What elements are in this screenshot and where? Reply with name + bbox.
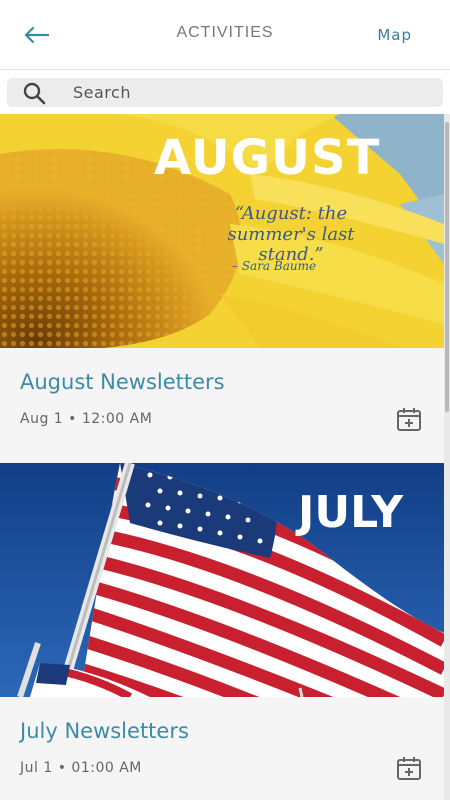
scrollbar-thumb[interactable] <box>445 122 449 412</box>
activity-date: Aug 1 • 12:00 AM <box>20 411 153 427</box>
activity-image-month-text: JULY <box>298 487 404 538</box>
activity-info: August Newsletters Aug 1 • 12:00 AM <box>0 348 444 463</box>
map-button[interactable]: Map <box>377 26 412 44</box>
activity-card-july[interactable]: JULY July Newsletters Jul 1 • 01:00 AM <box>0 463 444 800</box>
activity-date: Jul 1 • 01:00 AM <box>20 760 142 776</box>
search-bar <box>7 78 443 107</box>
activity-image-july: JULY <box>0 463 444 697</box>
activity-title: July Newsletters <box>20 719 189 743</box>
activity-title: August Newsletters <box>20 370 225 394</box>
activity-image-august: AUGUST “August: the summer's last stand.… <box>0 114 444 348</box>
activity-image-month-text: AUGUST <box>154 130 381 186</box>
calendar-add-icon[interactable] <box>396 755 422 781</box>
top-app-bar: ACTIVITIES Map <box>0 0 450 70</box>
search-icon[interactable] <box>21 80 47 106</box>
activity-card-august[interactable]: AUGUST “August: the summer's last stand.… <box>0 114 444 463</box>
activity-image-quote: “August: the summer's last stand.” <box>227 203 355 266</box>
activity-list[interactable]: AUGUST “August: the summer's last stand.… <box>0 114 444 800</box>
activity-image-quote-author: – Sara Baume <box>232 259 317 273</box>
scrollbar[interactable] <box>444 114 450 800</box>
activity-info: July Newsletters Jul 1 • 01:00 AM <box>0 697 444 800</box>
search-input[interactable] <box>73 83 373 102</box>
calendar-add-icon[interactable] <box>396 406 422 432</box>
